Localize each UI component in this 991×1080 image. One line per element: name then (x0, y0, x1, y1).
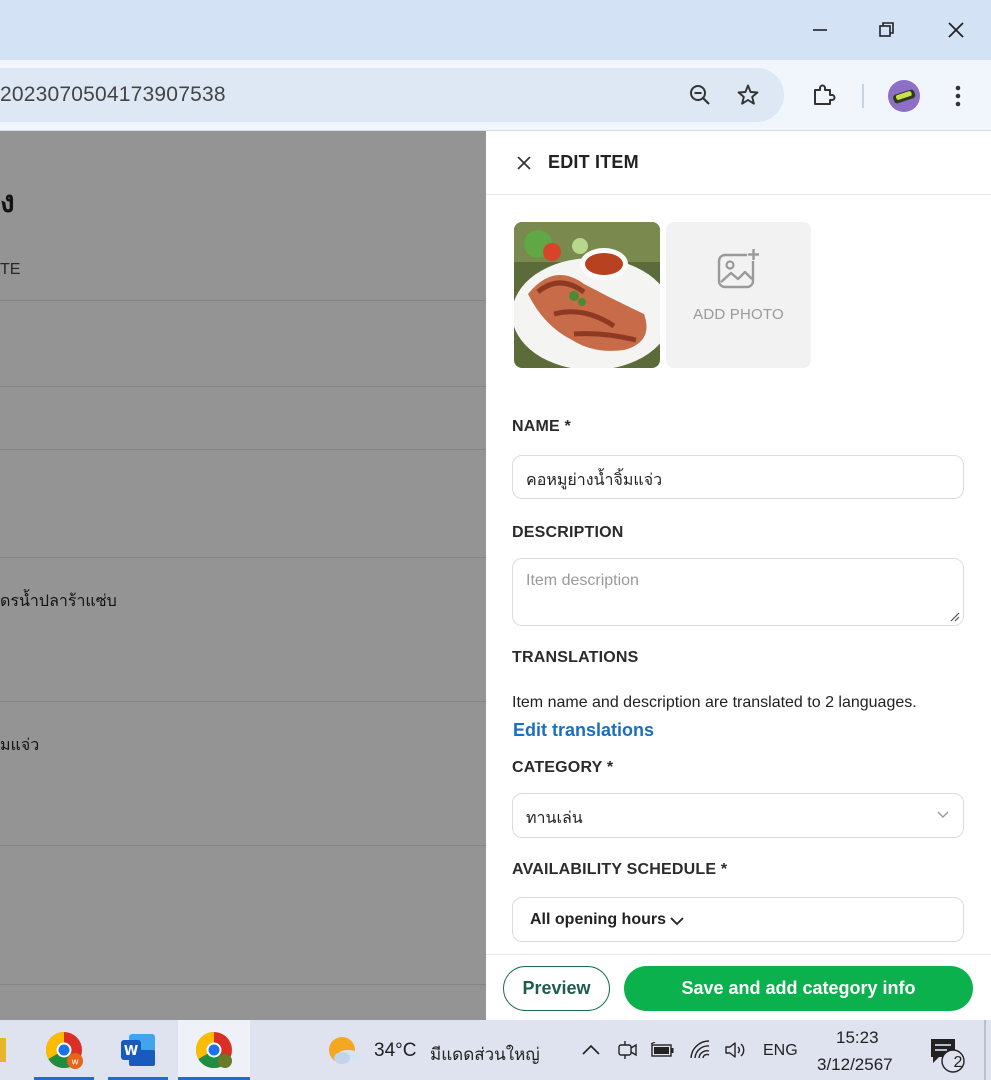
save-and-add-category-button[interactable]: Save and add category info (624, 966, 973, 1011)
clock-time[interactable]: 15:23 (836, 1028, 879, 1048)
name-label: NAME * (512, 418, 571, 435)
zoom-out-icon (690, 85, 710, 105)
weather-widget[interactable] (326, 1033, 362, 1069)
chevron-down-icon (670, 917, 684, 926)
modal-overlay[interactable] (0, 131, 486, 1020)
extensions-button[interactable] (807, 78, 841, 112)
item-photo[interactable] (514, 222, 660, 368)
panel-footer: Preview Save and add category info (486, 954, 991, 1020)
battery-button[interactable] (648, 1038, 676, 1062)
edit-item-panel: EDIT ITEM ADD PHOTO NAME * คอหมูย่างน้ำจ… (486, 131, 991, 1020)
svg-text:w: w (71, 1058, 78, 1068)
taskbar-chrome-work[interactable]: w (34, 1020, 94, 1080)
close-panel-button[interactable] (512, 151, 536, 175)
chrome-icon (195, 1032, 232, 1069)
word-icon: W (121, 1034, 155, 1066)
chrome-icon: w (45, 1032, 83, 1069)
description-placeholder: Item description (526, 572, 639, 589)
input-language[interactable]: ENG (763, 1042, 798, 1060)
add-photo-label: ADD PHOTO (693, 306, 784, 323)
panel-header: EDIT ITEM (486, 131, 991, 195)
zoom-button[interactable] (684, 79, 716, 111)
food-photo-image (514, 222, 660, 368)
speaker-icon (725, 1042, 745, 1058)
taskbar-word[interactable]: W (108, 1020, 168, 1080)
address-bar[interactable]: 202307050417390753​8 (0, 68, 784, 122)
minimize-icon (813, 29, 827, 31)
clock-date[interactable]: 3/12/2567 (817, 1055, 893, 1075)
add-image-icon (717, 248, 760, 289)
battery-icon (650, 1042, 674, 1057)
restore-icon (879, 22, 894, 37)
close-icon (948, 22, 964, 38)
name-value: คอหมูย่างน้ำจิ้มแจ่ว (526, 472, 663, 489)
translations-label: TRANSLATIONS (512, 649, 639, 666)
taskbar-chrome-active[interactable] (178, 1020, 250, 1080)
weather-description[interactable]: มีแดดส่วนใหญ่ (430, 1041, 540, 1068)
close-icon (517, 156, 531, 170)
more-vertical-icon (955, 85, 961, 107)
resize-handle-icon[interactable] (950, 612, 960, 622)
volume-button[interactable] (721, 1038, 749, 1062)
meet-now-button[interactable] (614, 1038, 640, 1062)
weather-temperature[interactable]: 34°C (374, 1040, 416, 1062)
network-button[interactable] (687, 1038, 713, 1062)
url-text: 202307050417390753​8 (0, 83, 226, 106)
windows-taskbar: w W 34°C มีแดดส่วนใหญ่ ENG 15:23 3/12/25… (0, 1020, 991, 1080)
browser-menu-button[interactable] (944, 78, 972, 114)
wifi-icon (690, 1040, 710, 1059)
preview-button[interactable]: Preview (503, 966, 610, 1011)
browser-toolbar: 202307050417390753​8 (0, 60, 991, 131)
toolbar-divider (862, 84, 864, 108)
category-select[interactable]: ทานเล่น (512, 793, 964, 838)
panel-title: EDIT ITEM (548, 152, 639, 172)
translations-text: Item name and description are translated… (512, 694, 917, 711)
restore-button[interactable] (864, 10, 910, 50)
name-input[interactable]: คอหมูย่างน้ำจิ้มแจ่ว (512, 455, 964, 499)
close-window-button[interactable] (933, 10, 979, 50)
puzzle-icon (814, 84, 836, 105)
avatar-icon (888, 80, 920, 112)
edit-translations-link[interactable]: Edit translations (513, 720, 654, 741)
show-hidden-icons-button[interactable] (578, 1038, 604, 1062)
profile-avatar[interactable] (886, 78, 922, 114)
description-label: DESCRIPTION (512, 524, 624, 541)
add-photo-button[interactable]: ADD PHOTO (666, 222, 811, 368)
description-textarea[interactable]: Item description (512, 558, 964, 626)
bookmark-button[interactable] (732, 79, 764, 111)
category-label: CATEGORY * (512, 759, 614, 776)
window-titlebar (0, 0, 991, 60)
notification-center-button[interactable]: 2 (924, 1034, 966, 1074)
minimize-button[interactable] (797, 10, 843, 50)
availability-label: AVAILABILITY SCHEDULE * (512, 861, 728, 878)
star-icon (737, 84, 759, 105)
availability-value: All opening hours (530, 911, 666, 928)
partly-sunny-icon (329, 1037, 360, 1064)
category-value: ทานเล่น (526, 810, 583, 827)
show-desktop-divider[interactable] (984, 1020, 986, 1080)
availability-schedule-dropdown[interactable]: All opening hours (512, 897, 964, 942)
chevron-down-icon (937, 811, 949, 818)
chevron-up-icon (582, 1044, 600, 1055)
camera-icon (618, 1041, 637, 1059)
file-explorer-icon[interactable] (0, 1038, 6, 1062)
notification-count: 2 (953, 1054, 963, 1071)
svg-text:W: W (124, 1044, 138, 1059)
